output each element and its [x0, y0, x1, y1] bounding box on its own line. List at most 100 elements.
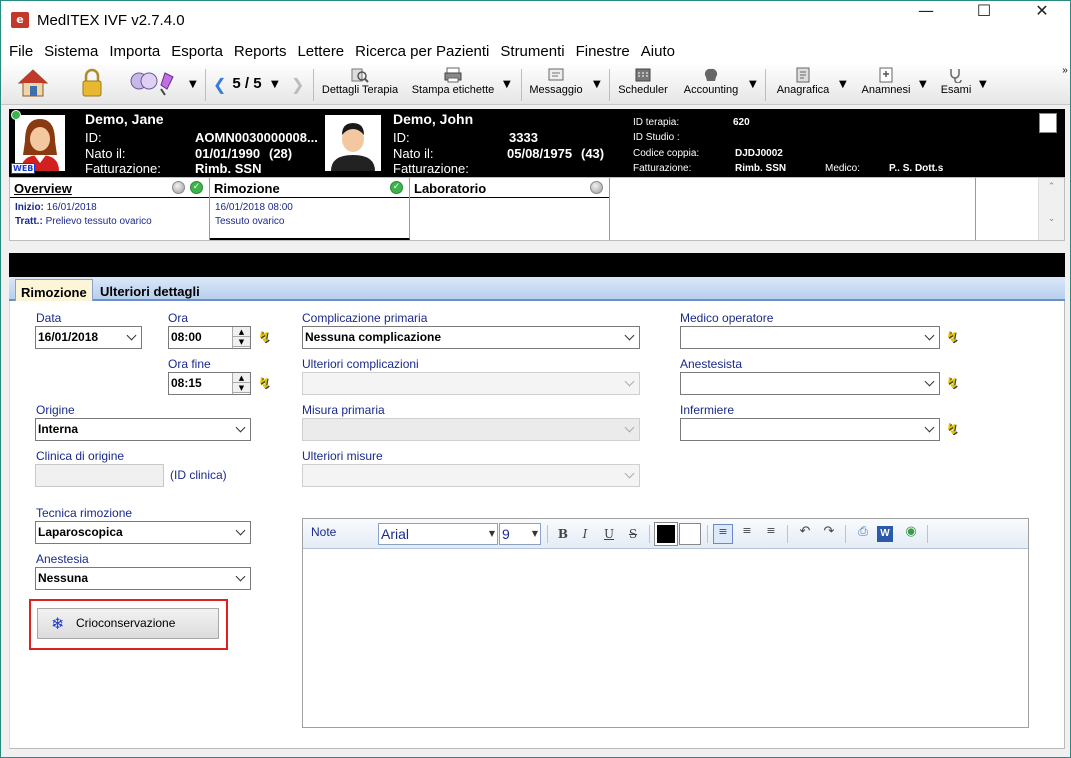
tab-rimozione[interactable]: Rimozione	[15, 279, 93, 301]
window-title: MedITEX IVF v2.7.4.0	[37, 12, 185, 29]
spellcheck-icon[interactable]: ◉	[901, 524, 921, 544]
ora-spinner[interactable]: ▲ ▼	[232, 327, 250, 348]
spin-down-icon[interactable]: ▼	[233, 383, 250, 393]
menu-finestre[interactable]: Finestre	[576, 39, 635, 65]
inizio-label: Inizio:	[15, 202, 44, 213]
clinica-input[interactable]	[35, 464, 164, 487]
lock-button[interactable]	[77, 67, 107, 103]
toolbar-overflow-icon[interactable]: »	[1061, 65, 1069, 101]
pager-dropdown-icon[interactable]: ▼	[271, 79, 279, 90]
home-button[interactable]	[15, 67, 51, 103]
anamnesi-dropdown-icon[interactable]: ▼	[919, 79, 927, 90]
background-color-swatch[interactable]	[679, 523, 701, 545]
anagrafica-dropdown-icon[interactable]: ▼	[839, 79, 847, 90]
medico-operatore-select[interactable]	[680, 326, 940, 349]
document-icon[interactable]	[1039, 113, 1057, 133]
spin-down-icon[interactable]: ▼	[233, 337, 250, 347]
scroll-up-icon[interactable]: ⌃	[1039, 182, 1064, 192]
misura-primaria-label: Misura primaria	[302, 403, 385, 417]
align-center-icon[interactable]: ≡	[737, 524, 757, 544]
lightning-icon[interactable]: ↯	[258, 329, 274, 345]
accounting-dropdown-icon[interactable]: ▼	[749, 79, 757, 90]
data-date-picker[interactable]: 16/01/2018	[35, 326, 142, 349]
spin-up-icon[interactable]: ▲	[233, 327, 250, 337]
lightning-icon[interactable]: ↯	[258, 375, 274, 391]
ulteriori-misure-select[interactable]	[302, 464, 640, 487]
menu-aiuto[interactable]: Aiuto	[641, 39, 680, 65]
female-dob-value: 01/01/1990	[195, 146, 261, 161]
close-button[interactable]: ✕	[1019, 1, 1065, 39]
word-export-icon[interactable]: W	[877, 526, 893, 542]
tecnica-label: Tecnica rimozione	[36, 506, 133, 520]
menu-strumenti[interactable]: Strumenti	[500, 39, 569, 65]
ora-time-input[interactable]: 08:00 ▲ ▼	[168, 326, 251, 349]
menu-importa[interactable]: Importa	[109, 39, 165, 65]
redo-icon[interactable]: ↷	[819, 524, 839, 544]
undo-icon[interactable]: ↶	[795, 524, 815, 544]
title-bar: e MedITEX IVF v2.7.4.0 — ☐ ✕	[1, 1, 1070, 39]
lightning-icon[interactable]: ↯	[946, 375, 962, 391]
id-clinica-hint: (ID clinica)	[170, 468, 227, 482]
esami-dropdown-icon[interactable]: ▼	[979, 79, 987, 90]
accounting-button[interactable]: Accounting	[677, 67, 745, 103]
ulteriori-complicazioni-select[interactable]	[302, 372, 640, 395]
origine-select[interactable]: Interna	[35, 418, 251, 441]
patients-button[interactable]	[123, 67, 183, 103]
tile-overview[interactable]: Overview ✓ Inizio: 16/01/2018 Tratt.: Pr…	[10, 178, 210, 240]
misura-primaria-select[interactable]	[302, 418, 640, 441]
prev-arrow-icon[interactable]: ❮	[213, 75, 226, 111]
anestesista-select[interactable]	[680, 372, 940, 395]
scheduler-button[interactable]: Scheduler	[613, 67, 673, 103]
align-right-icon[interactable]: ≡	[761, 524, 781, 544]
infermiere-select[interactable]	[680, 418, 940, 441]
tab-ulteriori-dettagli[interactable]: Ulteriori dettagli	[95, 279, 205, 301]
lightning-icon[interactable]: ↯	[946, 329, 962, 345]
spin-up-icon[interactable]: ▲	[233, 373, 250, 383]
anagrafica-button[interactable]: Anagrafica	[771, 67, 835, 103]
male-patient-avatar[interactable]	[325, 115, 381, 171]
strikethrough-icon[interactable]: S	[623, 524, 643, 544]
patients-dropdown-icon[interactable]: ▼	[189, 79, 197, 90]
bold-icon[interactable]: B	[553, 524, 573, 544]
female-billing-value: Rimb. SSN	[195, 161, 262, 176]
section-header-bar	[9, 253, 1065, 277]
anamnesi-button[interactable]: Anamnesi	[857, 67, 915, 103]
print-icon[interactable]: ⎙	[853, 524, 873, 544]
menu-lettere[interactable]: Lettere	[297, 39, 349, 65]
tecnica-select[interactable]: Laparoscopica	[35, 521, 251, 544]
id-terapia-value: 620	[733, 117, 750, 128]
underline-icon[interactable]: U	[599, 524, 619, 544]
stampa-etichette-button[interactable]: Stampa etichette	[407, 67, 499, 103]
tiles-scrollbar[interactable]: ⌃ ⌄	[1038, 178, 1064, 240]
ora-fine-time-input[interactable]: 08:15 ▲ ▼	[168, 372, 251, 395]
menu-file[interactable]: File	[9, 39, 38, 65]
ora-fine-spinner[interactable]: ▲ ▼	[232, 373, 250, 394]
esami-button[interactable]: Esami	[937, 67, 975, 103]
menu-esporta[interactable]: Esporta	[171, 39, 228, 65]
messaggio-dropdown-icon[interactable]: ▼	[593, 79, 601, 90]
stethoscope-icon	[950, 69, 962, 83]
scroll-down-icon[interactable]: ⌄	[1039, 214, 1064, 224]
font-family-select[interactable]: Arial ▼	[378, 523, 498, 545]
anestesia-select[interactable]: Nessuna	[35, 567, 251, 590]
minimize-button[interactable]: —	[903, 1, 949, 39]
dettagli-terapia-button[interactable]: Dettagli Terapia	[319, 67, 401, 103]
toolbar-separator	[521, 69, 522, 101]
messaggio-button[interactable]: Messaggio	[525, 67, 587, 103]
note-text-area[interactable]	[303, 550, 1028, 727]
maximize-button[interactable]: ☐	[961, 1, 1007, 39]
font-size-select[interactable]: 9 ▼	[499, 523, 541, 545]
tile-laboratorio[interactable]: Laboratorio	[410, 178, 610, 240]
crioconservazione-button[interactable]: ❄ Crioconservazione	[37, 608, 219, 639]
align-left-icon[interactable]: ≡	[713, 524, 733, 544]
menu-ricerca[interactable]: Ricerca per Pazienti	[355, 39, 494, 65]
next-arrow-icon[interactable]: ❯	[291, 75, 304, 111]
text-color-swatch[interactable]	[654, 522, 678, 546]
tile-rimozione[interactable]: Rimozione ✓ 16/01/2018 08:00 Tessuto ova…	[210, 178, 410, 240]
menu-reports[interactable]: Reports	[234, 39, 292, 65]
italic-icon[interactable]: I	[575, 524, 595, 544]
complicazione-select[interactable]: Nessuna complicazione	[302, 326, 640, 349]
stampa-dropdown-icon[interactable]: ▼	[503, 79, 511, 90]
lightning-icon[interactable]: ↯	[946, 421, 962, 437]
menu-sistema[interactable]: Sistema	[44, 39, 103, 65]
